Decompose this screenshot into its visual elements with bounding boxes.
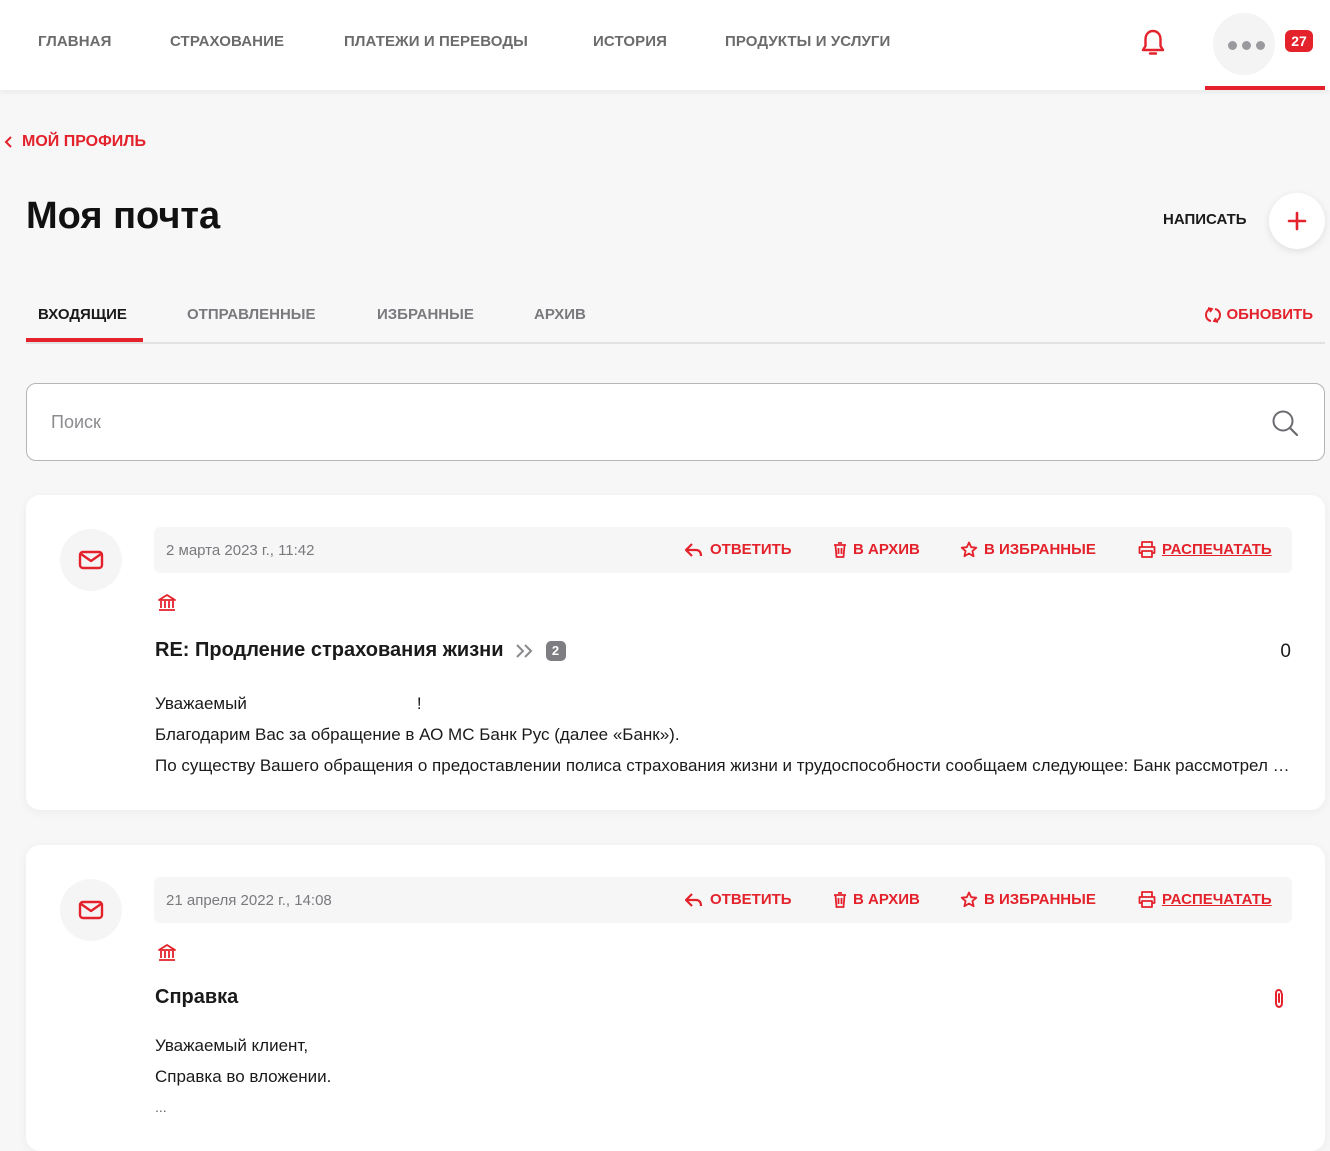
- archive-label: В АРХИВ: [853, 891, 920, 908]
- back-link-label: МОЙ ПРОФИЛЬ: [22, 133, 147, 150]
- paperclip-icon[interactable]: [1271, 988, 1287, 1010]
- compose-label[interactable]: НАПИСАТЬ: [1163, 211, 1247, 228]
- thread-count-badge: 2: [545, 640, 566, 661]
- search-input[interactable]: [51, 406, 1251, 438]
- star-icon: [960, 541, 978, 558]
- bank-icon: [158, 944, 176, 961]
- print-label: РАСПЕЧАТАТЬ: [1162, 541, 1272, 558]
- favorite-label: В ИЗБРАННЫЕ: [984, 541, 1096, 558]
- message-subject[interactable]: RE: Продление страхования жизни 2: [155, 639, 566, 662]
- print-button[interactable]: РАСПЕЧАТАТЬ: [1138, 541, 1272, 558]
- favorite-label: В ИЗБРАННЫЕ: [984, 891, 1096, 908]
- page-title: Моя почта: [26, 195, 221, 237]
- reply-label: ОТВЕТИТЬ: [710, 891, 792, 908]
- refresh-icon: [1205, 306, 1222, 323]
- preview-line: ...: [155, 1099, 167, 1115]
- preview-line: Благодарим Вас за обращение в АО МС Банк…: [155, 725, 680, 744]
- more-button[interactable]: [1213, 13, 1275, 75]
- reply-icon: [684, 542, 703, 557]
- archive-button[interactable]: В АРХИВ: [833, 891, 920, 908]
- print-label: РАСПЕЧАТАТЬ: [1162, 891, 1272, 908]
- message-preview: Уважаемый клиент, Справка во вложении. .…: [155, 1030, 1295, 1123]
- message-subject[interactable]: Справка: [155, 986, 238, 1009]
- chevron-left-icon: [4, 136, 12, 148]
- bank-icon: [158, 594, 176, 611]
- mailbox-tabs: ВХОДЯЩИЕ ОТПРАВЛЕННЫЕ ИЗБРАННЫЕ АРХИВ ОБ…: [26, 290, 1325, 344]
- nav-item-payments[interactable]: ПЛАТЕЖИ И ПЕРЕВОДЫ: [344, 33, 528, 50]
- message-type-badge: [60, 529, 122, 591]
- tab-favorites[interactable]: ИЗБРАННЫЕ: [377, 306, 474, 323]
- message-card[interactable]: 2 марта 2023 г., 11:42 ОТВЕТИТЬ В АРХИВ …: [26, 495, 1325, 810]
- printer-icon: [1138, 891, 1156, 908]
- bell-icon[interactable]: [1140, 28, 1166, 58]
- message-subject-text: Справка: [155, 986, 239, 1008]
- refresh-button[interactable]: ОБНОВИТЬ: [1204, 306, 1313, 323]
- preview-line: Уважаемый !: [155, 694, 422, 713]
- message-preview: Уважаемый ! Благодарим Вас за обращение …: [155, 688, 1295, 781]
- preview-line: Уважаемый клиент,: [155, 1036, 309, 1055]
- reply-button[interactable]: ОТВЕТИТЬ: [684, 891, 792, 908]
- message-date: 2 марта 2023 г., 11:42: [166, 542, 315, 559]
- plus-icon: [1287, 211, 1307, 231]
- reply-button[interactable]: ОТВЕТИТЬ: [684, 541, 792, 558]
- envelope-icon: [78, 550, 104, 570]
- envelope-icon: [78, 900, 104, 920]
- active-tab-indicator: [26, 338, 143, 342]
- refresh-label: ОБНОВИТЬ: [1226, 306, 1313, 323]
- tab-sent[interactable]: ОТПРАВЛЕННЫЕ: [187, 306, 315, 323]
- nav-item-history[interactable]: ИСТОРИЯ: [593, 33, 667, 50]
- message-card[interactable]: 21 апреля 2022 г., 14:08 ОТВЕТИТЬ В АРХИ…: [26, 845, 1325, 1151]
- compose-button[interactable]: [1269, 193, 1325, 249]
- message-type-badge: [60, 879, 122, 941]
- preview-line: Справка во вложении.: [155, 1067, 332, 1086]
- notification-count-badge: 27: [1285, 30, 1313, 52]
- message-meta-bar: 2 марта 2023 г., 11:42 ОТВЕТИТЬ В АРХИВ …: [154, 527, 1292, 573]
- more-dot: [1242, 41, 1251, 50]
- search-box: [26, 383, 1325, 461]
- message-subject-text: RE: Продление страхования жизни: [155, 639, 504, 661]
- top-navigation-bar: ГЛАВНАЯ СТРАХОВАНИЕ ПЛАТЕЖИ И ПЕРЕВОДЫ И…: [0, 0, 1330, 90]
- active-indicator: [1205, 86, 1325, 90]
- print-button[interactable]: РАСПЕЧАТАТЬ: [1138, 891, 1272, 908]
- favorite-button[interactable]: В ИЗБРАННЫЕ: [960, 891, 1096, 908]
- double-chevron-right-icon: [515, 643, 532, 658]
- archive-label: В АРХИВ: [853, 541, 920, 558]
- tab-inbox[interactable]: ВХОДЯЩИЕ: [38, 306, 127, 323]
- trash-icon: [834, 541, 846, 558]
- reply-label: ОТВЕТИТЬ: [710, 541, 792, 558]
- message-meta-bar: 21 апреля 2022 г., 14:08 ОТВЕТИТЬ В АРХИ…: [154, 877, 1292, 923]
- more-menu[interactable]: 27: [1205, 10, 1325, 90]
- nav-item-insurance[interactable]: СТРАХОВАНИЕ: [170, 33, 284, 50]
- more-dots-icon: [1228, 41, 1237, 50]
- printer-icon: [1138, 541, 1156, 558]
- reply-icon: [684, 892, 703, 907]
- star-icon: [960, 891, 978, 908]
- archive-button[interactable]: В АРХИВ: [833, 541, 920, 558]
- tab-archive[interactable]: АРХИВ: [534, 306, 586, 323]
- nav-item-home[interactable]: ГЛАВНАЯ: [38, 33, 111, 50]
- trash-icon: [834, 891, 846, 908]
- back-to-profile-link[interactable]: МОЙ ПРОФИЛЬ: [4, 133, 146, 151]
- message-date: 21 апреля 2022 г., 14:08: [166, 892, 332, 909]
- nav-item-products[interactable]: ПРОДУКТЫ И УСЛУГИ: [725, 33, 890, 50]
- search-icon[interactable]: [1270, 408, 1300, 438]
- favorite-button[interactable]: В ИЗБРАННЫЕ: [960, 541, 1096, 558]
- message-counter: 0: [1280, 641, 1291, 662]
- preview-line: По существу Вашего обращения о предостав…: [155, 756, 1295, 775]
- more-dot: [1256, 41, 1265, 50]
